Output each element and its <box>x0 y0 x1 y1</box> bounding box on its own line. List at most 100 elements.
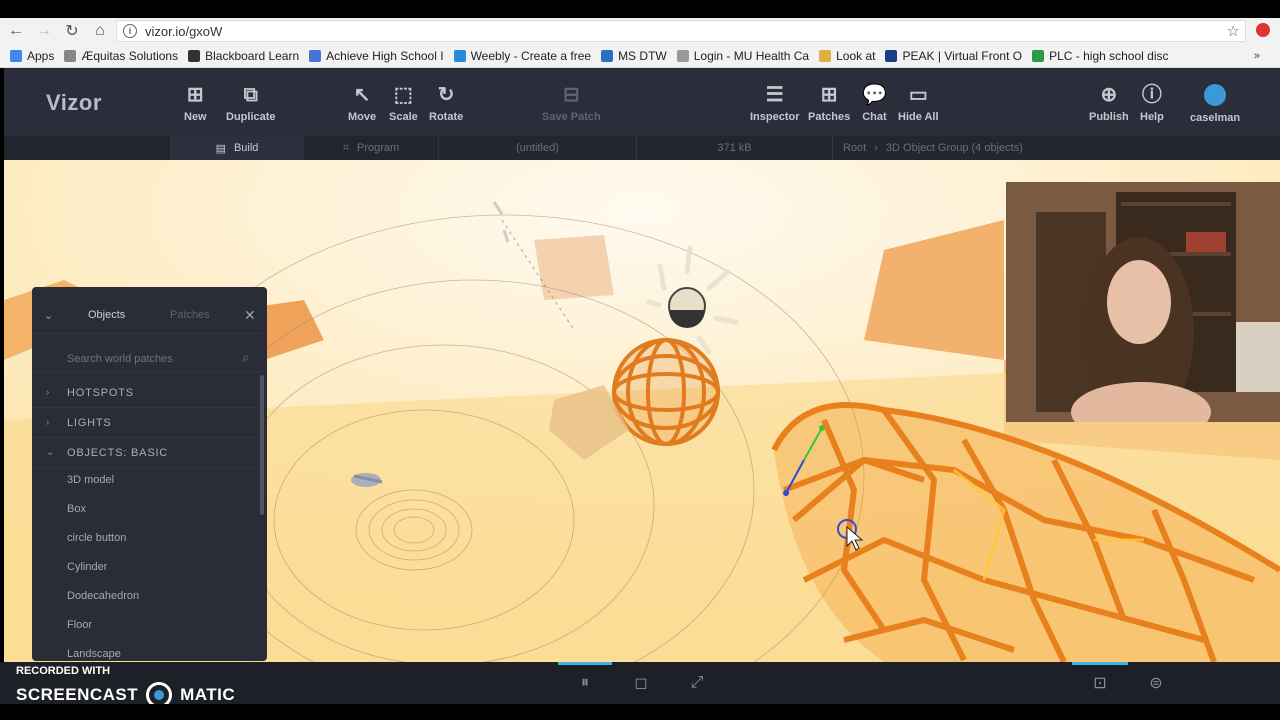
info-icon: ⓘ <box>1141 84 1162 106</box>
new-image-icon: ⊞ <box>186 84 204 106</box>
search-icon[interactable]: ⌕ <box>242 349 250 366</box>
vr-mode-icon[interactable]: ⊡ <box>1089 672 1111 694</box>
scale-button[interactable]: ⬚ Scale <box>389 82 418 123</box>
tab-patches[interactable]: Patches <box>170 309 210 321</box>
info-icon[interactable]: i <box>123 24 137 38</box>
tab-objects[interactable]: Objects <box>88 309 125 321</box>
extension-icon[interactable] <box>1256 23 1270 37</box>
list-item[interactable]: Cylinder <box>67 561 107 573</box>
bookmark-item[interactable]: PEAK | Virtual Front O <box>885 49 1022 63</box>
category-hotspots[interactable]: HOTSPOTS <box>67 387 134 399</box>
sphere-wireframe[interactable] <box>612 338 720 446</box>
screen-footer <box>0 704 1280 720</box>
bookmark-favicon-icon <box>601 49 614 62</box>
tab-build[interactable]: ▤ Build <box>170 136 304 160</box>
stop-icon[interactable]: ◻ <box>630 672 652 694</box>
bookmark-favicon-icon <box>1032 49 1045 62</box>
globe-icon: ⊕ <box>1100 84 1118 106</box>
panel-scrollbar[interactable] <box>260 375 264 515</box>
list-item[interactable]: Dodecahedron <box>67 590 139 602</box>
rotate-icon: ↻ <box>437 84 455 106</box>
user-name: caselman <box>1190 112 1241 124</box>
chat-button[interactable]: 💬 Chat <box>862 82 887 123</box>
reload-icon[interactable]: ↻ <box>60 19 84 43</box>
close-icon[interactable]: ✕ <box>244 307 256 324</box>
browser-top-strip <box>0 0 1280 18</box>
document-title[interactable]: (untitled) <box>438 136 636 160</box>
breadcrumb: Root › 3D Object Group (4 objects) <box>832 136 1280 160</box>
search-input[interactable]: Search world patches <box>67 353 173 365</box>
chevron-right-icon[interactable]: › <box>46 417 49 428</box>
save-patch-button[interactable]: ⊟ Save Patch <box>542 82 601 123</box>
chevron-down-icon[interactable]: ⌄ <box>44 309 53 322</box>
patches-button[interactable]: ⊞ Patches <box>808 82 850 123</box>
back-icon[interactable]: ← <box>4 19 28 43</box>
bookmark-item[interactable]: Weebly - Create a free <box>453 49 591 63</box>
active-indicator <box>558 662 612 665</box>
list-item[interactable]: Landscape <box>67 648 121 660</box>
hide-all-icon: ▭ <box>908 84 928 106</box>
tab-program[interactable]: ⌗ Program <box>304 136 438 160</box>
distant-mesa <box>534 235 614 300</box>
panel-tabs: ⌄ Objects Patches ✕ <box>32 287 267 345</box>
apps-grid-icon <box>10 49 22 62</box>
user-profile[interactable]: caselman <box>1190 82 1240 124</box>
bottom-bar: RECORDED WITH SCREENCAST MATIC ⏸ ◻ ⤢ ⊡ ⊜ <box>0 662 1280 708</box>
new-button[interactable]: ⊞ New <box>184 82 207 123</box>
avatar <box>1204 84 1227 106</box>
briefcase-icon: ▤ <box>215 142 226 155</box>
forward-icon[interactable]: → <box>32 19 56 43</box>
address-bar[interactable]: i vizor.io/gxoW <box>116 20 1246 42</box>
publish-button[interactable]: ⊕ Publish <box>1089 82 1129 123</box>
vizor-logo: Vizor <box>46 90 102 115</box>
rotate-button[interactable]: ↻ Rotate <box>429 82 463 123</box>
bookmark-star-icon[interactable]: ☆ <box>1227 22 1240 40</box>
patches-icon: ⊞ <box>820 84 838 106</box>
list-item[interactable]: 3D model <box>67 474 114 486</box>
category-objects-basic[interactable]: OBJECTS: BASIC <box>67 447 168 459</box>
inspector-button[interactable]: ☰ Inspector <box>750 82 800 123</box>
home-icon[interactable]: ⌂ <box>88 19 112 43</box>
url-text: vizor.io/gxoW <box>145 23 223 39</box>
bookmark-favicon-icon <box>676 49 689 62</box>
browser-toolbar: ← → ↻ ⌂ i vizor.io/gxoW ☆ <box>0 18 1280 44</box>
chat-icon: 💬 <box>862 84 887 106</box>
more-bookmarks-icon[interactable]: » <box>1254 50 1260 62</box>
move-icon: ↖ <box>353 84 371 106</box>
help-button[interactable]: ⓘ Help <box>1140 82 1164 123</box>
breadcrumb-root[interactable]: Root <box>843 142 866 154</box>
bookmark-favicon-icon <box>64 49 77 62</box>
document-size: 371 kB <box>636 136 832 160</box>
bookmark-item[interactable]: PLC - high school disc <box>1032 49 1168 63</box>
category-lights[interactable]: LIGHTS <box>67 417 112 429</box>
pause-icon[interactable]: ⏸ <box>574 672 596 694</box>
program-icon: ⌗ <box>342 141 349 154</box>
recorded-with-label: RECORDED WITH <box>16 665 111 677</box>
editor-subbar: ▤ Build ⌗ Program (untitled) 371 kB Root… <box>4 136 1280 160</box>
fullscreen-icon[interactable]: ⤢ <box>686 672 708 694</box>
bookmark-favicon-icon <box>885 49 898 62</box>
vizor-toolbar: Vizor caselman ⊞ New ⧉ Duplicate ↖ Move ⬚ Scale… <box>4 68 1280 136</box>
list-item[interactable]: Box <box>67 503 86 515</box>
bookmark-item[interactable]: MS DTW <box>601 49 667 63</box>
breadcrumb-current: 3D Object Group (4 objects) <box>885 142 1023 154</box>
breadcrumb-separator: › <box>874 142 878 154</box>
move-button[interactable]: ↖ Move <box>348 82 376 123</box>
chevron-right-icon[interactable]: › <box>46 387 49 398</box>
bookmark-item[interactable]: Achieve High School I <box>309 49 444 63</box>
duplicate-button[interactable]: ⧉ Duplicate <box>226 82 276 123</box>
bookmark-favicon-icon <box>819 49 832 62</box>
active-indicator-right <box>1072 662 1128 665</box>
list-item[interactable]: Floor <box>67 619 92 631</box>
bookmark-item[interactable]: Login - MU Health Ca <box>676 49 809 63</box>
list-item[interactable]: circle button <box>67 532 126 544</box>
bookmarks-bar: Apps Æquitas Solutions Blackboard Learn Ach… <box>0 44 1280 68</box>
hide-all-button[interactable]: ▭ Hide All <box>898 82 939 123</box>
bookmark-item[interactable]: Æquitas Solutions <box>64 49 178 63</box>
bookmark-favicon-icon <box>188 49 201 62</box>
chevron-down-icon[interactable]: ⌄ <box>46 447 54 458</box>
bookmark-item[interactable]: Look at <box>819 49 875 63</box>
cardboard-icon[interactable]: ⊜ <box>1145 672 1167 694</box>
bookmark-item[interactable]: Apps <box>10 49 54 63</box>
bookmark-item[interactable]: Blackboard Learn <box>188 49 299 63</box>
